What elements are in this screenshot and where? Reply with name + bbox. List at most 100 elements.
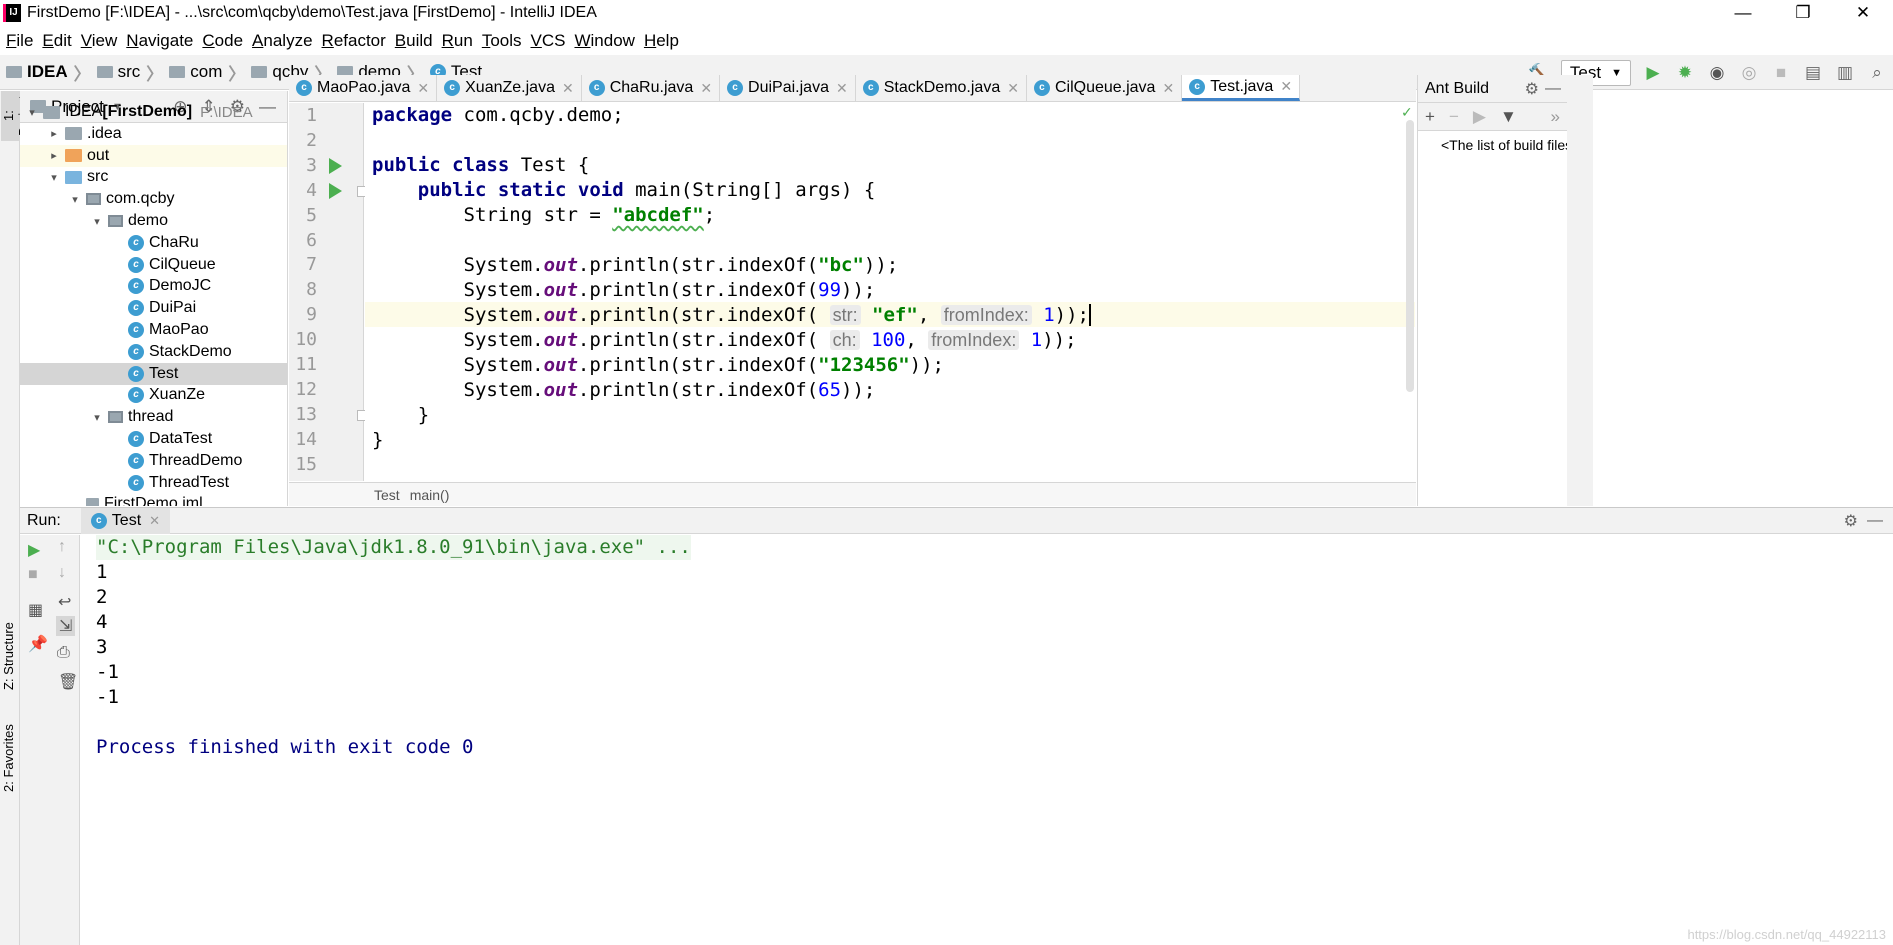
tree-item-demojc[interactable]: c DemoJC [20, 275, 287, 297]
editor-tab-cilqueue-java[interactable]: c CilQueue.java ✕ [1027, 75, 1183, 101]
menu-window[interactable]: Window [574, 31, 634, 51]
editor-tab-maopao-java[interactable]: c MaoPao.java ✕ [289, 75, 438, 101]
debug-icon[interactable]: ✹ [1674, 62, 1696, 84]
tree-item--idea[interactable]: ▸ .idea [20, 123, 287, 145]
search-icon[interactable]: ⌕ [1866, 62, 1888, 84]
editor-tab-test-java[interactable]: c Test.java ✕ [1182, 75, 1301, 101]
remove-icon[interactable]: − [1449, 107, 1459, 127]
close-tab-icon[interactable]: ✕ [700, 80, 712, 97]
close-tab-icon[interactable]: ✕ [836, 80, 848, 97]
tree-item-test[interactable]: c Test [20, 362, 287, 385]
close-tab-icon[interactable]: ✕ [562, 80, 574, 97]
menu-tools[interactable]: Tools [482, 31, 522, 51]
minimize-button[interactable]: — [1713, 0, 1773, 26]
close-tab-icon[interactable]: ✕ [1162, 80, 1174, 97]
chevron-down-icon[interactable]: ▾ [90, 215, 104, 228]
run-target-icon[interactable]: ▶ [1473, 107, 1486, 127]
tree-item-xuanze[interactable]: c XuanZe [20, 384, 287, 406]
up-arrow-icon[interactable]: ↑ [58, 538, 66, 556]
soft-wrap-icon[interactable]: ↩ [58, 592, 71, 612]
chevron-down-icon[interactable]: ▾ [25, 106, 39, 119]
tree-item-duipai[interactable]: c DuiPai [20, 297, 287, 319]
editor-tab-stackdemo-java[interactable]: c StackDemo.java ✕ [856, 75, 1027, 101]
close-icon[interactable]: ✕ [149, 513, 160, 529]
sdk-icon[interactable]: ▥ [1834, 62, 1856, 84]
tree-item-maopao[interactable]: c MaoPao [20, 319, 287, 341]
menu-refactor[interactable]: Refactor [322, 31, 386, 51]
editor-breadcrumb-method[interactable]: main() [410, 487, 450, 503]
chevron-down-icon[interactable]: ▾ [90, 411, 104, 424]
menu-build[interactable]: Build [395, 31, 433, 51]
project-structure-icon[interactable]: ▤ [1802, 62, 1824, 84]
tree-item-threadtest[interactable]: c ThreadTest [20, 472, 287, 494]
tree-item-com-qcby[interactable]: ▾ com.qcby [20, 188, 287, 210]
tree-item-idea[interactable]: ▾ IDEA [FirstDemo] F:\IDEA [20, 101, 287, 123]
menu-navigate[interactable]: Navigate [126, 31, 193, 51]
rerun-icon[interactable]: ▶ [28, 540, 40, 560]
editor-tab-duipai-java[interactable]: c DuiPai.java ✕ [720, 75, 856, 101]
stop-icon[interactable]: ■ [1770, 62, 1792, 84]
hide-icon[interactable]: — [1867, 512, 1883, 530]
scroll-to-end-icon[interactable]: ⇲ [56, 616, 76, 636]
chevron-down-icon[interactable]: ▾ [47, 171, 61, 184]
tree-item-threaddemo[interactable]: c ThreadDemo [20, 450, 287, 472]
breadcrumb-src[interactable]: src 〉 [96, 60, 163, 85]
breadcrumb-idea[interactable]: IDEA 〉 [6, 60, 91, 85]
tree-item-charu[interactable]: c ChaRu [20, 232, 287, 254]
tree-item-demo[interactable]: ▾ demo [20, 210, 287, 232]
menu-code[interactable]: Code [202, 31, 243, 51]
gear-icon[interactable]: ⚙ [1844, 511, 1858, 531]
layout-icon[interactable]: ▦ [28, 600, 43, 620]
breadcrumb-com[interactable]: com 〉 [169, 60, 245, 85]
tree-item-cilqueue[interactable]: c CilQueue [20, 254, 287, 276]
editor-tab-charu-java[interactable]: c ChaRu.java ✕ [582, 75, 721, 101]
tool-tab-favorites[interactable]: 2: Favorites [1, 713, 19, 803]
tree-item-firstdemo-iml[interactable]: FirstDemo.iml [20, 493, 287, 506]
run-gutter-icon[interactable] [329, 157, 342, 174]
coverage-icon[interactable]: ◉ [1706, 62, 1728, 84]
line-number: 8 [306, 279, 317, 301]
menu-vcs[interactable]: VCS [531, 31, 566, 51]
menu-file[interactable]: File [6, 31, 33, 51]
menu-help[interactable]: Help [644, 31, 679, 51]
more-icon[interactable]: » [1551, 107, 1560, 127]
menu-run[interactable]: Run [442, 31, 473, 51]
hide-icon[interactable]: — [1545, 80, 1561, 98]
profile-icon[interactable]: ◎ [1738, 62, 1760, 84]
editor-scrollbar[interactable] [1406, 120, 1414, 392]
trash-icon[interactable]: 🗑 [58, 672, 78, 692]
tree-item-datatest[interactable]: c DataTest [20, 428, 287, 450]
chevron-down-icon[interactable]: ▾ [68, 193, 82, 206]
menu-analyze[interactable]: Analyze [252, 31, 312, 51]
editor-breadcrumb-class[interactable]: Test [374, 487, 400, 503]
pin-icon[interactable]: 📌 [28, 634, 48, 654]
menu-edit[interactable]: Edit [42, 31, 71, 51]
stop-icon[interactable]: ■ [28, 566, 38, 584]
editor-tab-xuanze-java[interactable]: c XuanZe.java ✕ [437, 75, 582, 101]
close-tab-icon[interactable]: ✕ [1280, 78, 1292, 95]
tree-item-thread[interactable]: ▾ thread [20, 406, 287, 428]
chevron-right-icon[interactable]: ▸ [47, 149, 61, 162]
print-icon[interactable]: ⎙ [57, 644, 70, 662]
menu-view[interactable]: View [81, 31, 118, 51]
tool-tab-structure[interactable]: Z: Structure [1, 611, 19, 701]
filter-icon[interactable]: ▼ [1500, 107, 1517, 127]
close-window-button[interactable]: ✕ [1833, 0, 1893, 26]
gear-icon[interactable]: ⚙ [1525, 79, 1539, 99]
add-icon[interactable]: + [1425, 107, 1435, 127]
close-tab-icon[interactable]: ✕ [417, 80, 429, 97]
run-tab-test[interactable]: c Test ✕ [80, 507, 171, 534]
close-tab-icon[interactable]: ✕ [1007, 80, 1019, 97]
tree-item-src[interactable]: ▾ src [20, 166, 287, 188]
down-arrow-icon[interactable]: ↓ [58, 564, 66, 582]
run-gutter-icon[interactable] [329, 182, 342, 199]
console-output[interactable]: "C:\Program Files\Java\jdk1.8.0_91\bin\j… [81, 535, 1893, 945]
class-icon: c [128, 365, 144, 382]
tool-tab-project[interactable]: 1: Project [1, 91, 31, 141]
code-editor[interactable]: package com.qcby.demo; public class Test… [365, 103, 1405, 481]
tree-item-out[interactable]: ▸ out [20, 144, 287, 167]
run-icon[interactable]: ▶ [1642, 62, 1664, 84]
maximize-button[interactable]: ❐ [1773, 0, 1833, 26]
chevron-right-icon[interactable]: ▸ [47, 127, 61, 140]
tree-item-stackdemo[interactable]: c StackDemo [20, 341, 287, 363]
